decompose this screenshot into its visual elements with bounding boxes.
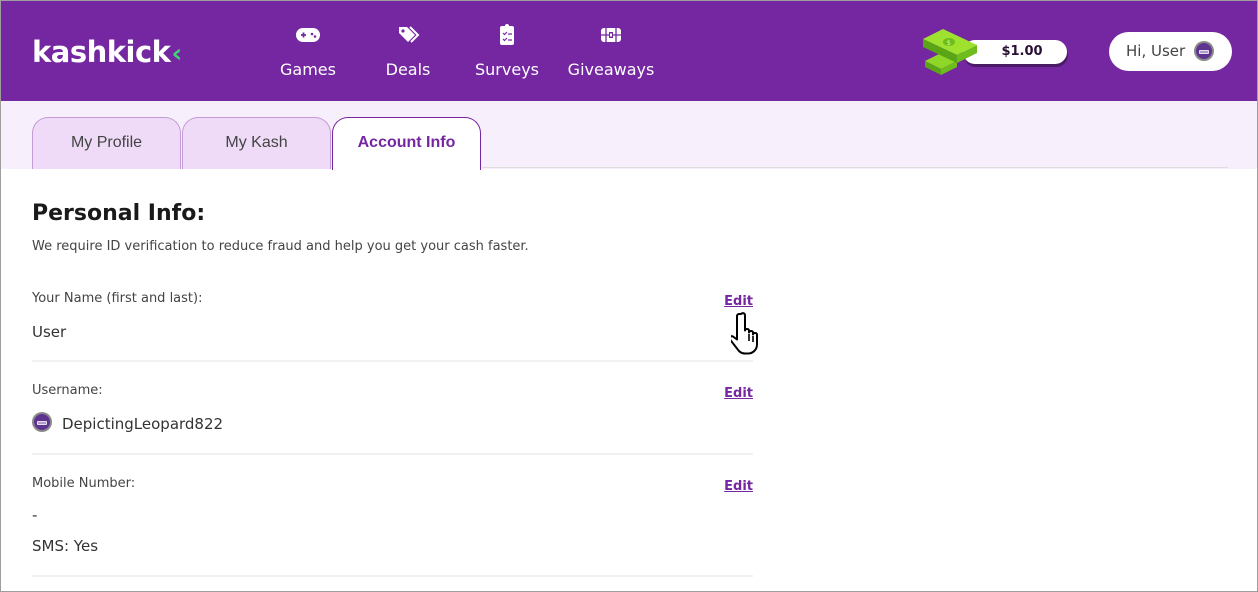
nav-games[interactable]: Games [277,23,339,79]
edit-name-link[interactable]: Edit [724,294,753,309]
username-avatar-icon [32,412,52,432]
clipboard-check-icon [500,24,514,45]
kashkick-logo[interactable]: kashkick‹ [32,35,182,71]
nav-deals-label: Deals [385,60,431,79]
edit-username-link[interactable]: Edit [724,386,753,401]
svg-text:$: $ [947,39,951,47]
logo-text: kashkick [32,35,171,69]
field-value: User [32,323,67,341]
field-label: Your Name (first and last): [32,291,203,306]
user-greeting: Hi, User [1126,42,1186,60]
sms-status: SMS: Yes [32,537,99,555]
divider [32,453,753,455]
tab-bar: My Profile My Kash Account Info [1,101,1257,170]
nav-giveaways[interactable]: Giveaways [566,23,656,79]
nav-giveaways-label: Giveaways [567,60,655,79]
page-title: Personal Info: [32,201,206,226]
treasure-chest-icon [601,28,621,42]
field-value: - [32,506,38,524]
field-value: DepictingLeopard822 [62,415,224,433]
cash-stack-icon: $ [923,29,977,75]
nav-games-label: Games [280,60,336,79]
gamepad-icon [296,28,320,42]
logo-chevron-icon: ‹ [171,39,182,69]
field-name: Your Name (first and last): Edit User [32,291,753,363]
divider [32,575,753,577]
top-header: kashkick‹ Games Deals Surveys Giveaways … [1,1,1257,101]
user-menu-button[interactable]: Hi, User [1109,32,1232,71]
tags-icon [399,26,420,43]
avatar [1194,41,1214,61]
nav-surveys-label: Surveys [475,60,539,79]
divider [32,360,753,362]
tab-divider [482,167,1228,168]
section-subtitle: We require ID verification to reduce fra… [32,239,529,254]
nav-deals[interactable]: Deals [383,23,433,79]
field-label: Mobile Number: [32,476,136,491]
field-username: Username: Edit DepictingLeopard822 [32,383,753,455]
nav-surveys[interactable]: Surveys [475,23,539,79]
edit-mobile-link[interactable]: Edit [724,479,753,494]
tab-my-profile[interactable]: My Profile [32,117,181,169]
field-mobile: Mobile Number: Edit - SMS: Yes [32,476,753,578]
hand-pointer-icon [731,312,758,355]
tab-account-info[interactable]: Account Info [332,117,481,170]
tab-my-kash[interactable]: My Kash [182,117,331,169]
balance-widget[interactable]: $1.00 $ [921,25,1071,75]
field-label: Username: [32,383,103,398]
